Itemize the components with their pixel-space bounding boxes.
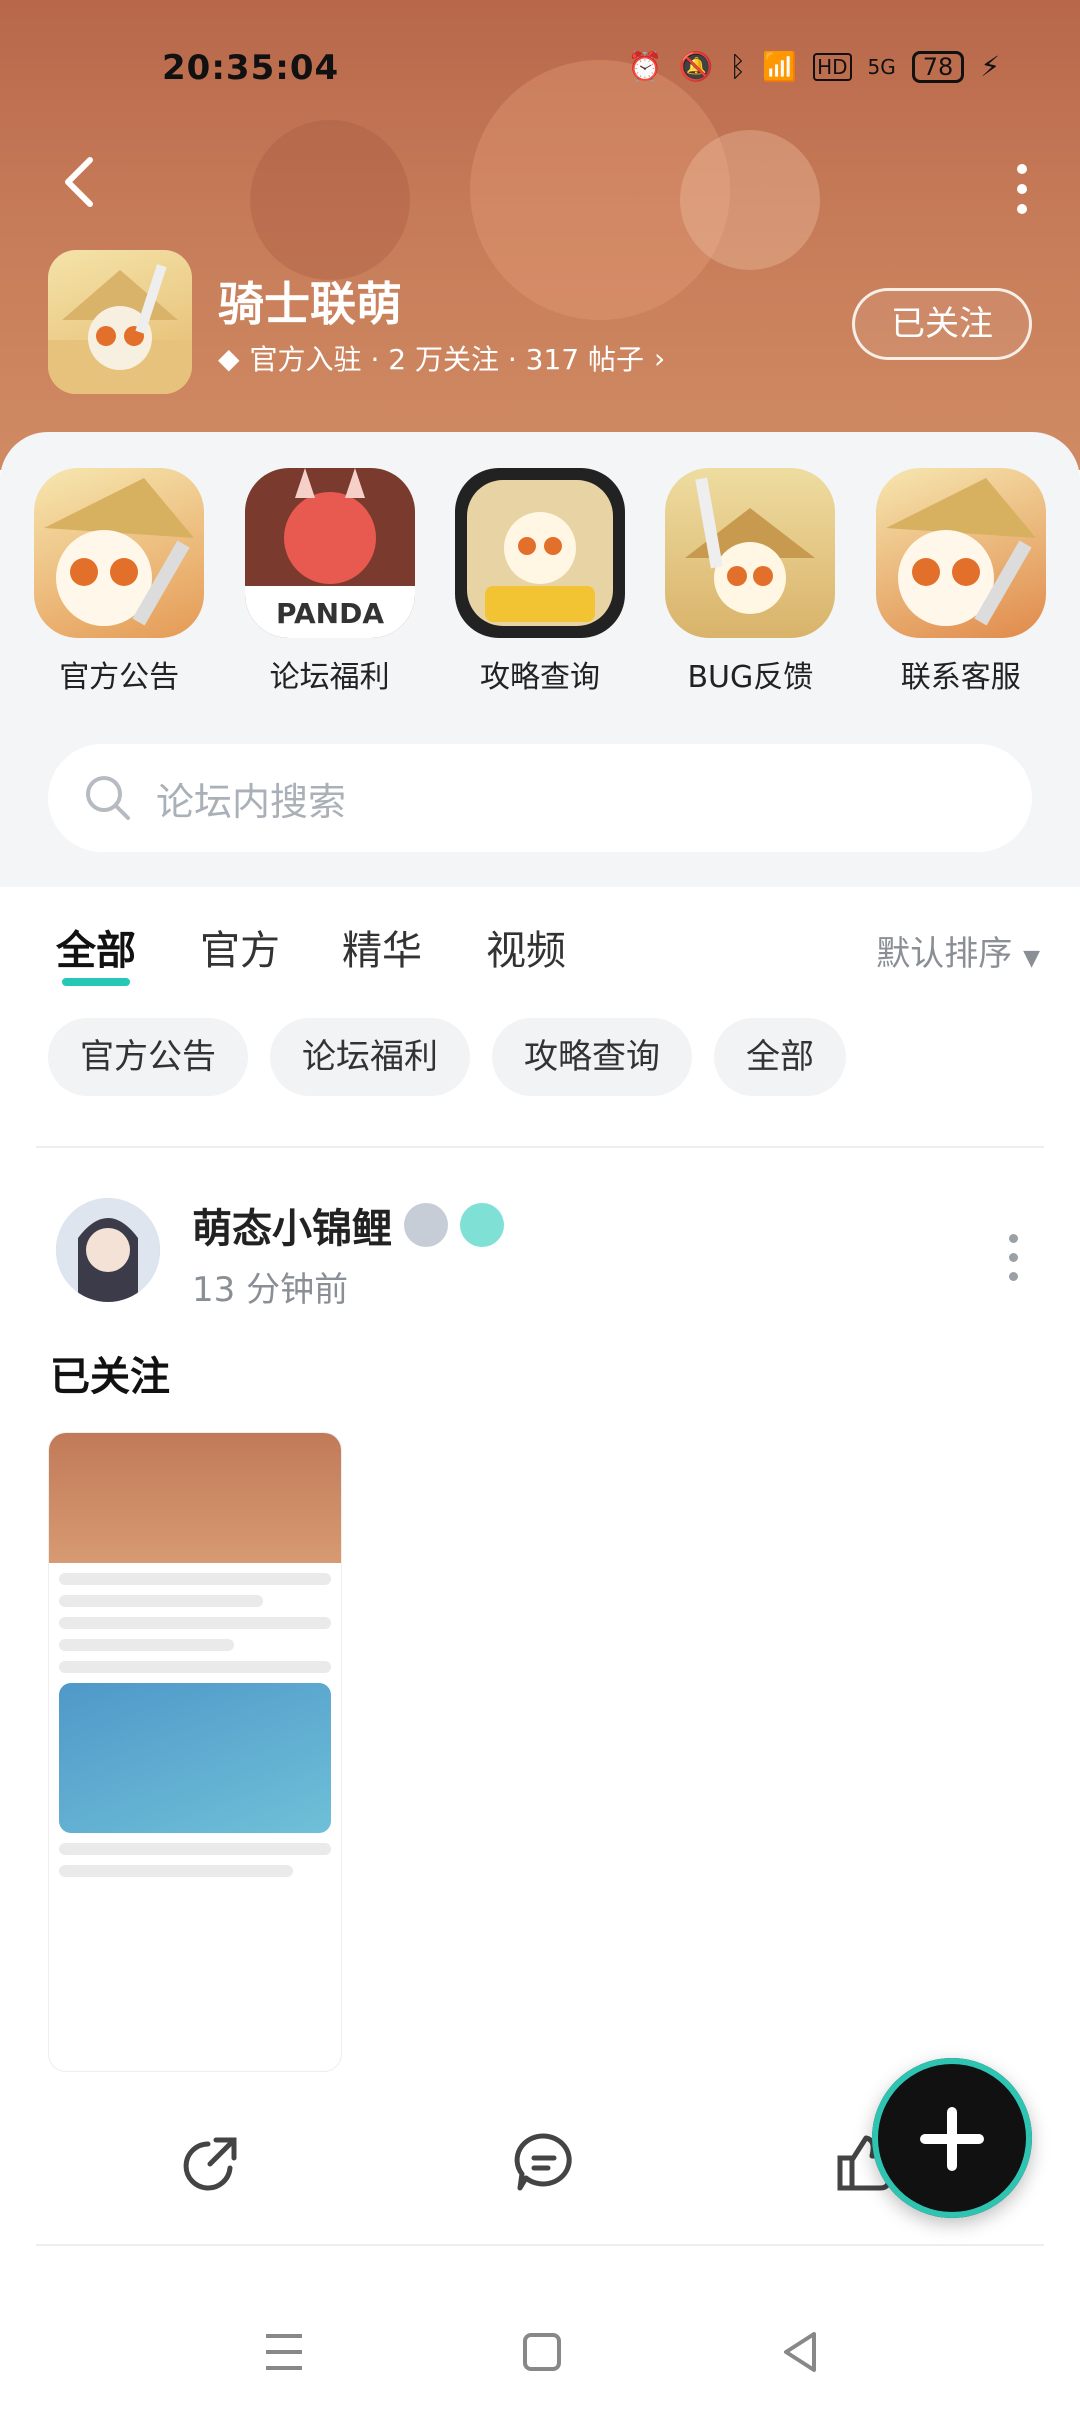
- forum-title: 骑士联萌: [218, 277, 402, 331]
- shortcut-label: 联系客服: [900, 660, 1021, 695]
- post-time: 13 分钟前: [192, 1270, 349, 1310]
- chip-guide[interactable]: 攻略查询: [492, 1018, 692, 1096]
- forum-panel: 官方公告 PANDA 论坛福利 攻略查询 BUG反馈 联系客服 论坛内搜索: [0, 432, 1080, 887]
- status-bar: 20:35:04 ⏰ 🔕 ᛒ 📶 HD 5G 78 ⚡: [0, 48, 1080, 92]
- status-time: 20:35:04: [162, 48, 340, 88]
- back-nav-button[interactable]: [780, 2330, 820, 2378]
- home-button[interactable]: [522, 2330, 562, 2378]
- level-badge-icon: [404, 1203, 448, 1247]
- menu-button[interactable]: [264, 2330, 304, 2378]
- filter-chips: 官方公告 论坛福利 攻略查询 全部: [48, 1018, 846, 1096]
- svg-text:PANDA: PANDA: [276, 597, 384, 630]
- bluetooth-icon: ᛒ: [729, 50, 747, 83]
- shortcut-guide[interactable]: 攻略查询: [440, 468, 640, 696]
- banner-art-cat: [680, 130, 820, 270]
- add-post-button[interactable]: [872, 2058, 1032, 2218]
- shortcut-bug[interactable]: BUG反馈: [650, 468, 850, 696]
- chip-all[interactable]: 全部: [714, 1018, 846, 1096]
- post-image[interactable]: [48, 1432, 342, 2072]
- tab-all[interactable]: 全部: [56, 918, 136, 986]
- chip-welfare[interactable]: 论坛福利: [270, 1018, 470, 1096]
- tab-featured[interactable]: 精华: [342, 918, 422, 976]
- content-tabs: 全部 官方 精华 视频 默认排序 ▼: [0, 918, 1080, 988]
- more-icon: [1008, 1234, 1018, 1243]
- back-icon: [65, 157, 93, 207]
- member-badge-icon: [460, 1203, 504, 1247]
- menu-icon: [266, 2334, 302, 2370]
- search-input[interactable]: 论坛内搜索: [48, 744, 1032, 852]
- chip-announcement[interactable]: 官方公告: [48, 1018, 248, 1096]
- share-button[interactable]: [180, 2130, 244, 2194]
- post-more-button[interactable]: [1006, 1232, 1020, 1281]
- divider: [36, 1146, 1044, 1148]
- forum-meta[interactable]: ◆ 官方入驻 · 2 万关注 · 317 帖子 ›: [218, 338, 665, 378]
- back-nav-icon: [784, 2332, 816, 2372]
- share-icon: [183, 2137, 237, 2191]
- forum-avatar: [48, 250, 192, 394]
- search-icon: [86, 776, 130, 820]
- post-author-name: 萌态小锦鲤: [192, 1206, 392, 1252]
- diamond-icon: ◆: [218, 341, 240, 375]
- system-nav-bar: [0, 2300, 1080, 2412]
- mute-icon: 🔕: [678, 50, 714, 83]
- tab-official[interactable]: 官方: [200, 918, 280, 976]
- shortcut-welfare[interactable]: PANDA 论坛福利: [230, 468, 430, 696]
- hd-icon: HD: [813, 52, 852, 81]
- alarm-icon: ⏰: [627, 50, 663, 83]
- post-text: 已关注: [50, 1354, 170, 1400]
- search-placeholder: 论坛内搜索: [156, 779, 347, 824]
- forum-meta-text: 官方入驻 · 2 万关注 · 317 帖子: [249, 343, 645, 376]
- panda-dragon-icon: PANDA: [244, 468, 415, 638]
- more-button[interactable]: [1012, 160, 1032, 214]
- panda-sword-icon: [665, 468, 836, 638]
- shortcut-label: 攻略查询: [479, 660, 600, 695]
- comment-button[interactable]: [512, 2130, 576, 2194]
- sort-label: 默认排序: [876, 934, 1013, 974]
- battery-indicator: 78: [911, 50, 965, 83]
- charging-icon: ⚡: [980, 50, 1000, 83]
- status-icons: ⏰ 🔕 ᛒ 📶 HD 5G 78 ⚡: [628, 50, 1000, 83]
- wifi-icon: 📶: [762, 50, 798, 83]
- home-icon: [523, 2333, 561, 2371]
- comment-icon: [514, 2133, 572, 2191]
- tab-video[interactable]: 视频: [486, 918, 566, 976]
- more-icon: [1017, 164, 1027, 174]
- panda-support-icon: [875, 468, 1046, 638]
- back-button[interactable]: [56, 150, 104, 214]
- caret-down-icon: ▼: [1023, 946, 1040, 971]
- shortcut-label: 官方公告: [59, 660, 180, 695]
- network-icon: 5G: [867, 54, 896, 79]
- shortcut-label: 论坛福利: [269, 660, 390, 695]
- panda-announcement-icon: [34, 468, 205, 638]
- shortcut-row: 官方公告 PANDA 论坛福利 攻略查询 BUG反馈 联系客服: [0, 468, 1080, 696]
- chevron-right-icon: ›: [654, 341, 666, 375]
- banner-art-dragon: [250, 120, 410, 280]
- post-author[interactable]: 萌态小锦鲤: [192, 1196, 504, 1254]
- follow-button[interactable]: 已关注: [852, 288, 1032, 360]
- divider: [36, 2244, 1044, 2246]
- shortcut-support[interactable]: 联系客服: [861, 468, 1061, 696]
- shortcut-label: BUG反馈: [687, 660, 814, 695]
- sort-dropdown[interactable]: 默认排序 ▼: [876, 926, 1040, 975]
- avatar[interactable]: [56, 1198, 160, 1302]
- panda-boss-icon: [454, 468, 625, 638]
- shortcut-announcement[interactable]: 官方公告: [19, 468, 219, 696]
